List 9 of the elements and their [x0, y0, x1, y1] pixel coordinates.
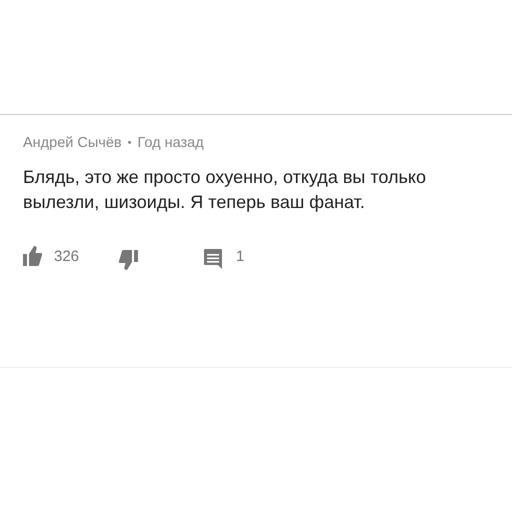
comment-text: Блядь, это же просто охуенно, откуда вы только вылезли, шизоиды. Я теперь ваш фанат. — [23, 166, 427, 214]
reply-count: 1 — [236, 248, 244, 264]
separator-dot: • — [128, 137, 132, 149]
thumbs-up-icon[interactable] — [23, 246, 42, 266]
comment-icon[interactable] — [204, 249, 224, 269]
thumbs-down-icon[interactable] — [119, 250, 138, 270]
comment-time: Год назад — [137, 135, 204, 151]
like-count: 326 — [54, 248, 80, 264]
author-name: Андрей Сычёв — [23, 135, 122, 151]
